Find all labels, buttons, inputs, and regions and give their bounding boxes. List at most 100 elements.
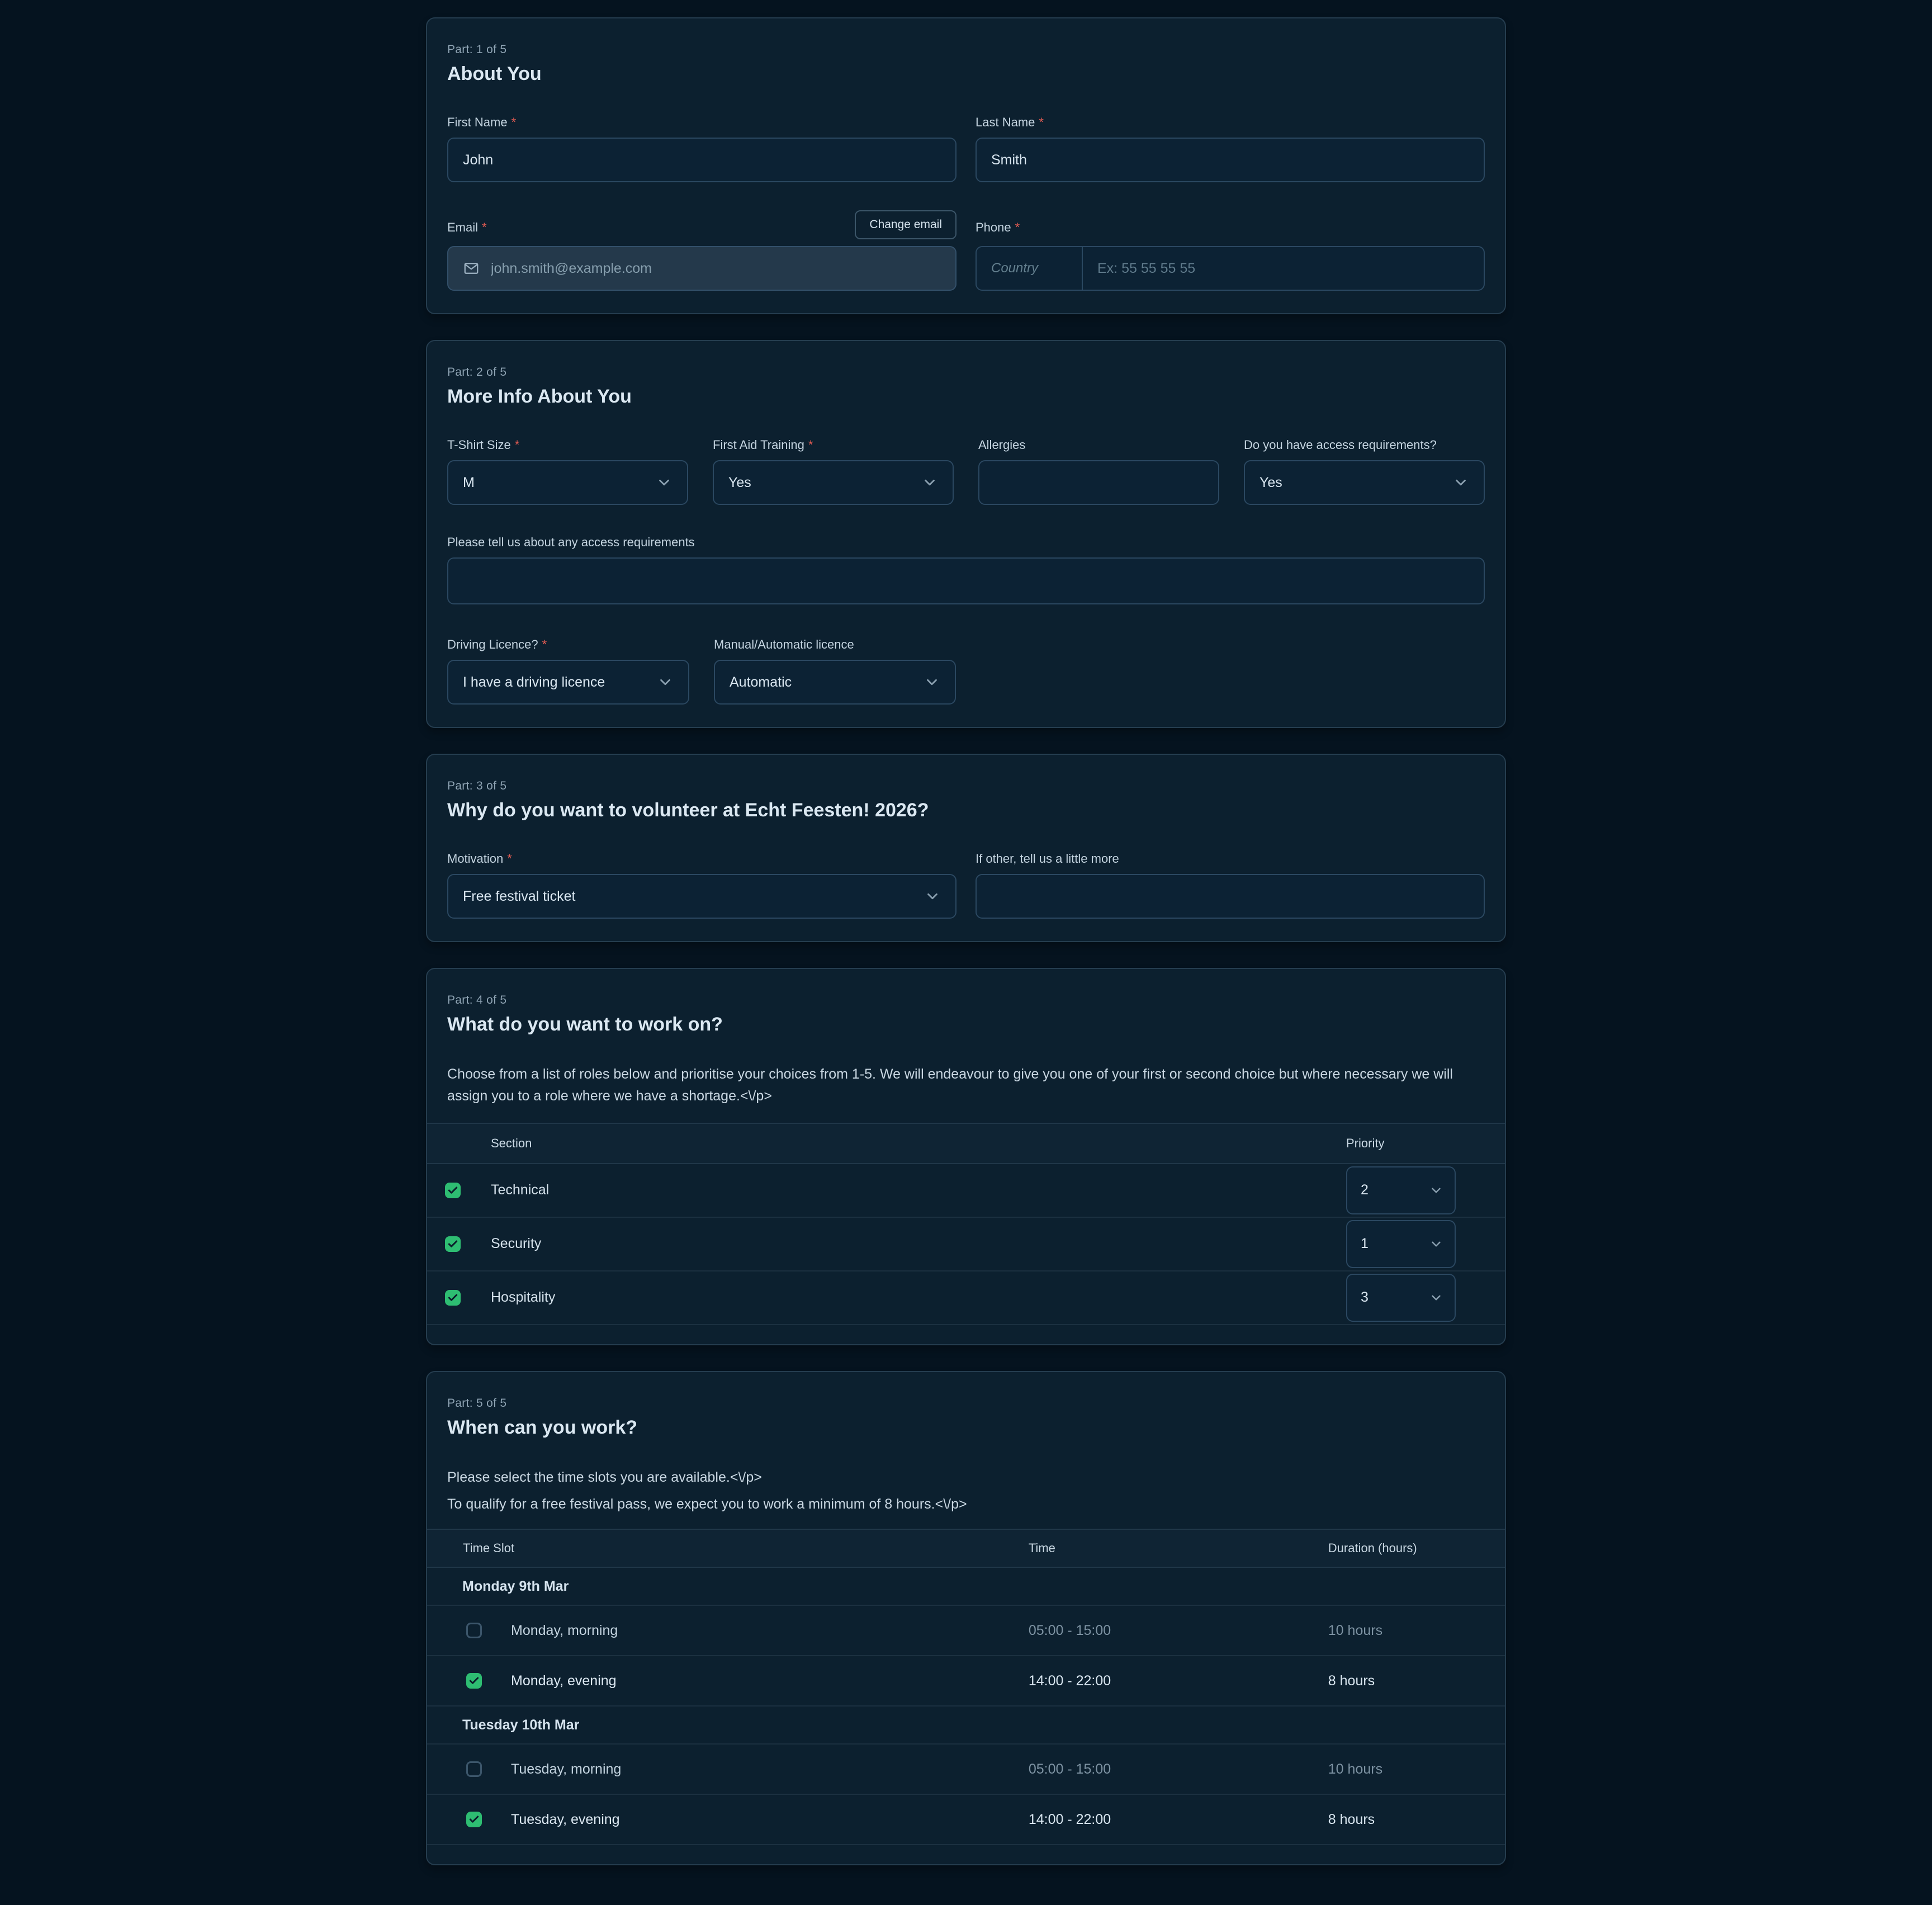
chevron-down-icon: [657, 674, 674, 691]
motivation-field: Motivation* Free festival ticket: [447, 852, 956, 919]
required-asterisk: *: [515, 438, 520, 452]
first-name-input[interactable]: [447, 138, 956, 182]
phone-field: Phone* Country: [976, 209, 1485, 291]
priority-select[interactable]: 2: [1346, 1166, 1456, 1214]
timeslot-time: 14:00 - 22:00: [1029, 1673, 1328, 1689]
roles-table-header: Section Priority: [427, 1123, 1505, 1164]
section-title: About You: [447, 63, 1485, 85]
panel-roles: Part: 4 of 5 What do you want to work on…: [426, 968, 1506, 1345]
access-details-textarea[interactable]: [447, 557, 1485, 604]
day-group-header: Monday 9th Mar: [427, 1568, 1505, 1606]
panel-availability: Part: 5 of 5 When can you work? Please s…: [426, 1371, 1506, 1866]
tshirt-size-label: T-Shirt Size*: [447, 438, 688, 452]
timeslot-time: 05:00 - 15:00: [1029, 1623, 1328, 1639]
role-checkbox[interactable]: [445, 1183, 461, 1198]
motivation-other-input[interactable]: [976, 874, 1485, 919]
volunteer-application-form: Part: 1 of 5 About You First Name* Last …: [426, 17, 1506, 1865]
priority-select[interactable]: 1: [1346, 1220, 1456, 1268]
roles-table-body: Technical 2 Security 1 Hospitality 3: [427, 1164, 1505, 1325]
email-label: Email*: [447, 220, 487, 235]
timeslot-time: 14:00 - 22:00: [1029, 1812, 1328, 1828]
chevron-down-icon: [1429, 1237, 1443, 1251]
phone-number-input[interactable]: [1083, 247, 1484, 290]
timeslot-duration: 8 hours: [1328, 1673, 1505, 1689]
allergies-input[interactable]: [978, 460, 1219, 505]
access-requirements-field: Do you have access requirements? Yes: [1244, 438, 1485, 505]
priority-select[interactable]: 3: [1346, 1274, 1456, 1322]
timeslot-duration: 10 hours: [1328, 1623, 1505, 1639]
driving-licence-select[interactable]: I have a driving licence: [447, 660, 689, 705]
part-indicator: Part: 5 of 5: [447, 1397, 1485, 1410]
timeslot-label: Tuesday, evening: [511, 1812, 620, 1828]
table-row: Tuesday, morning 05:00 - 15:00 10 hours: [427, 1745, 1505, 1795]
column-header-priority: Priority: [1338, 1136, 1505, 1151]
column-header-time: Time: [1029, 1541, 1328, 1556]
timeslot-checkbox[interactable]: [466, 1623, 482, 1638]
panel-more-info: Part: 2 of 5 More Info About You T-Shirt…: [426, 340, 1506, 728]
chevron-down-icon: [924, 888, 941, 905]
driving-licence-field: Driving Licence?* I have a driving licen…: [447, 637, 689, 705]
table-row: Monday, evening 14:00 - 22:00 8 hours: [427, 1656, 1505, 1707]
tshirt-size-select[interactable]: M: [447, 460, 688, 505]
table-row: Hospitality 3: [427, 1271, 1505, 1325]
chevron-down-icon: [1429, 1291, 1443, 1305]
roles-table: Section Priority Technical 2 Security 1: [427, 1123, 1505, 1325]
driving-licence-label: Driving Licence?*: [447, 637, 689, 652]
access-details-label: Please tell us about any access requirem…: [447, 535, 1485, 550]
checkmark-icon: [447, 1239, 458, 1250]
role-checkbox[interactable]: [445, 1236, 461, 1252]
role-name: Security: [491, 1236, 541, 1251]
required-asterisk: *: [1039, 115, 1044, 129]
last-name-label: Last Name*: [976, 115, 1485, 130]
email-field: Email* Change email: [447, 209, 956, 291]
timeslot-duration: 8 hours: [1328, 1812, 1505, 1828]
required-asterisk: *: [1015, 220, 1020, 234]
timeslots-table: Time Slot Time Duration (hours) Monday 9…: [427, 1529, 1505, 1845]
timeslot-time: 05:00 - 15:00: [1029, 1761, 1328, 1778]
checkmark-icon: [447, 1292, 458, 1303]
timeslot-checkbox[interactable]: [466, 1761, 482, 1777]
chevron-down-icon: [1429, 1183, 1443, 1198]
chevron-down-icon: [656, 474, 673, 491]
transmission-label: Manual/Automatic licence: [714, 637, 956, 652]
panel-about-you: Part: 1 of 5 About You First Name* Last …: [426, 17, 1506, 314]
first-aid-field: First Aid Training* Yes: [713, 438, 954, 505]
availability-description-1: Please select the time slots you are ava…: [447, 1467, 1485, 1488]
change-email-button[interactable]: Change email: [855, 210, 956, 239]
access-details-field: Please tell us about any access requirem…: [447, 535, 1485, 607]
timeslot-label: Monday, morning: [511, 1623, 618, 1639]
role-checkbox[interactable]: [445, 1290, 461, 1306]
timeslot-checkbox[interactable]: [466, 1812, 482, 1827]
table-row: Security 1: [427, 1218, 1505, 1271]
section-title: More Info About You: [447, 386, 1485, 408]
access-requirements-select[interactable]: Yes: [1244, 460, 1485, 505]
motivation-other-label: If other, tell us a little more: [976, 852, 1485, 866]
chevron-down-icon: [1452, 474, 1469, 491]
timeslots-table-header: Time Slot Time Duration (hours): [427, 1529, 1505, 1568]
timeslot-checkbox[interactable]: [466, 1673, 482, 1689]
allergies-label: Allergies: [978, 438, 1219, 452]
required-asterisk: *: [482, 220, 487, 234]
required-asterisk: *: [808, 438, 813, 452]
motivation-other-field: If other, tell us a little more: [976, 852, 1485, 919]
part-indicator: Part: 1 of 5: [447, 43, 1485, 56]
day-group-header: Tuesday 10th Mar: [427, 1707, 1505, 1745]
first-name-label: First Name*: [447, 115, 956, 130]
timeslot-label: Tuesday, morning: [511, 1761, 621, 1778]
first-name-field: First Name*: [447, 115, 956, 182]
part-indicator: Part: 4 of 5: [447, 994, 1485, 1007]
first-aid-select[interactable]: Yes: [713, 460, 954, 505]
phone-country-select[interactable]: Country: [977, 247, 1083, 290]
required-asterisk: *: [507, 852, 512, 866]
email-input[interactable]: [491, 261, 941, 277]
transmission-field: Manual/Automatic licence Automatic: [714, 637, 956, 705]
chevron-down-icon: [924, 674, 940, 691]
last-name-input[interactable]: [976, 138, 1485, 182]
panel-motivation: Part: 3 of 5 Why do you want to voluntee…: [426, 754, 1506, 942]
required-asterisk: *: [512, 115, 517, 129]
part-indicator: Part: 3 of 5: [447, 779, 1485, 793]
motivation-select[interactable]: Free festival ticket: [447, 874, 956, 919]
transmission-select[interactable]: Automatic: [714, 660, 956, 705]
timeslot-duration: 10 hours: [1328, 1761, 1505, 1778]
checkmark-icon: [447, 1185, 458, 1196]
